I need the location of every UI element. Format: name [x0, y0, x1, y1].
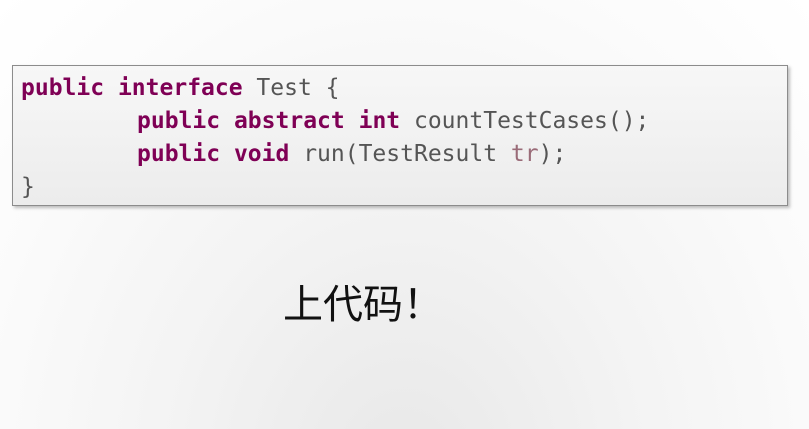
code-text: ); — [538, 141, 567, 167]
code-text: } — [21, 174, 35, 200]
keyword-void: void — [233, 141, 290, 167]
keyword-int: int — [358, 108, 401, 134]
code-line-3: public void run(TestResult tr); — [21, 138, 787, 171]
code-parameter: tr — [510, 141, 539, 167]
keyword-interface: interface — [117, 75, 243, 101]
keyword-public: public — [137, 141, 221, 167]
code-text: run(TestResult — [289, 141, 511, 167]
keyword-public: public — [21, 75, 105, 101]
code-line-2: public abstract int countTestCases(); — [21, 105, 787, 138]
slide-caption: 上代码！ — [283, 282, 443, 328]
keyword-public: public — [137, 108, 221, 134]
code-line-1: public interface Test { — [21, 72, 787, 105]
keyword-abstract: abstract — [233, 108, 345, 134]
code-line-4: } — [21, 171, 787, 204]
code-text: Test { — [242, 75, 340, 101]
code-text: countTestCases(); — [400, 108, 650, 134]
code-block: public interface Test { public abstract … — [12, 65, 788, 206]
